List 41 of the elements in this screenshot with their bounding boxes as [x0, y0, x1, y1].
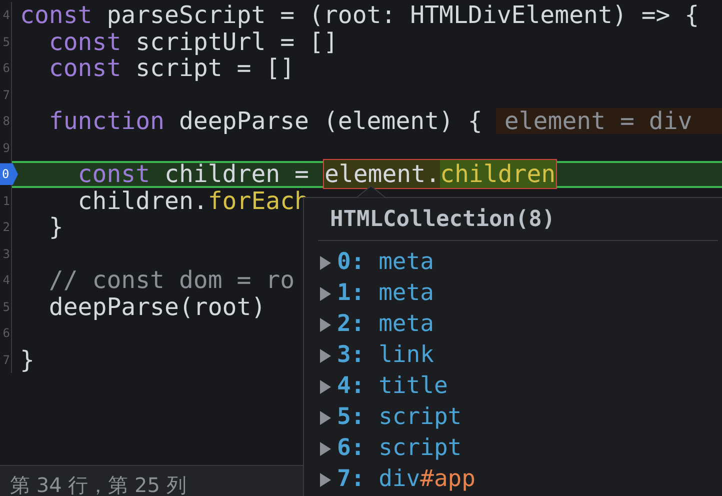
code-line: }	[20, 346, 34, 373]
line-number: 7	[2, 86, 11, 104]
line-number: 6	[2, 325, 11, 342]
line-number: 2	[2, 219, 11, 236]
collection-item[interactable]: 7: div#app	[320, 464, 722, 495]
line-number: 3	[2, 246, 11, 263]
line-number: 6	[2, 60, 11, 78]
line-number: 9	[2, 140, 11, 157]
code-line: function deepParse (element) {	[48, 108, 482, 134]
popup-title: HTMLCollection(8)	[330, 206, 556, 234]
code-line: const children = element.children	[76, 161, 557, 188]
collection-item[interactable]: 4: title	[320, 371, 722, 402]
line-number: 5	[2, 34, 11, 51]
code-line: }	[48, 214, 64, 240]
line-number: 5	[2, 298, 11, 316]
expand-triangle-icon	[320, 256, 331, 270]
expand-triangle-icon	[320, 286, 331, 300]
line-number: 4	[2, 7, 11, 24]
expand-triangle-icon	[320, 348, 331, 362]
code-line: // const dom = ro	[48, 267, 295, 294]
code-line: deepParse(root)	[48, 294, 266, 320]
expand-triangle-icon	[320, 472, 331, 486]
collection-item[interactable]: 6: script	[320, 433, 722, 464]
collection-item[interactable]: 1: meta	[320, 278, 722, 309]
expand-triangle-icon	[320, 380, 331, 394]
cursor-position: 第 34 行，第 25 列	[10, 473, 186, 496]
line-number: 1	[2, 192, 11, 210]
collection-item[interactable]: 3: link	[320, 340, 722, 371]
expand-triangle-icon	[320, 410, 331, 424]
code-line: const parseScript = (root: HTMLDivElement) => {	[20, 2, 700, 28]
code-line: const scriptUrl = []	[48, 28, 338, 55]
line-number: 7	[2, 352, 11, 369]
expand-triangle-icon	[320, 442, 331, 456]
collection-item[interactable]: 0: meta	[320, 247, 722, 278]
code-line: const script = []	[48, 55, 295, 82]
collection-item[interactable]: 2: meta	[320, 309, 722, 340]
inline-value: element = div	[496, 108, 722, 134]
line-number: 8	[2, 113, 11, 130]
collection-item[interactable]: 5: script	[320, 402, 722, 433]
line-number: 4	[2, 272, 11, 290]
expand-triangle-icon	[320, 318, 331, 332]
